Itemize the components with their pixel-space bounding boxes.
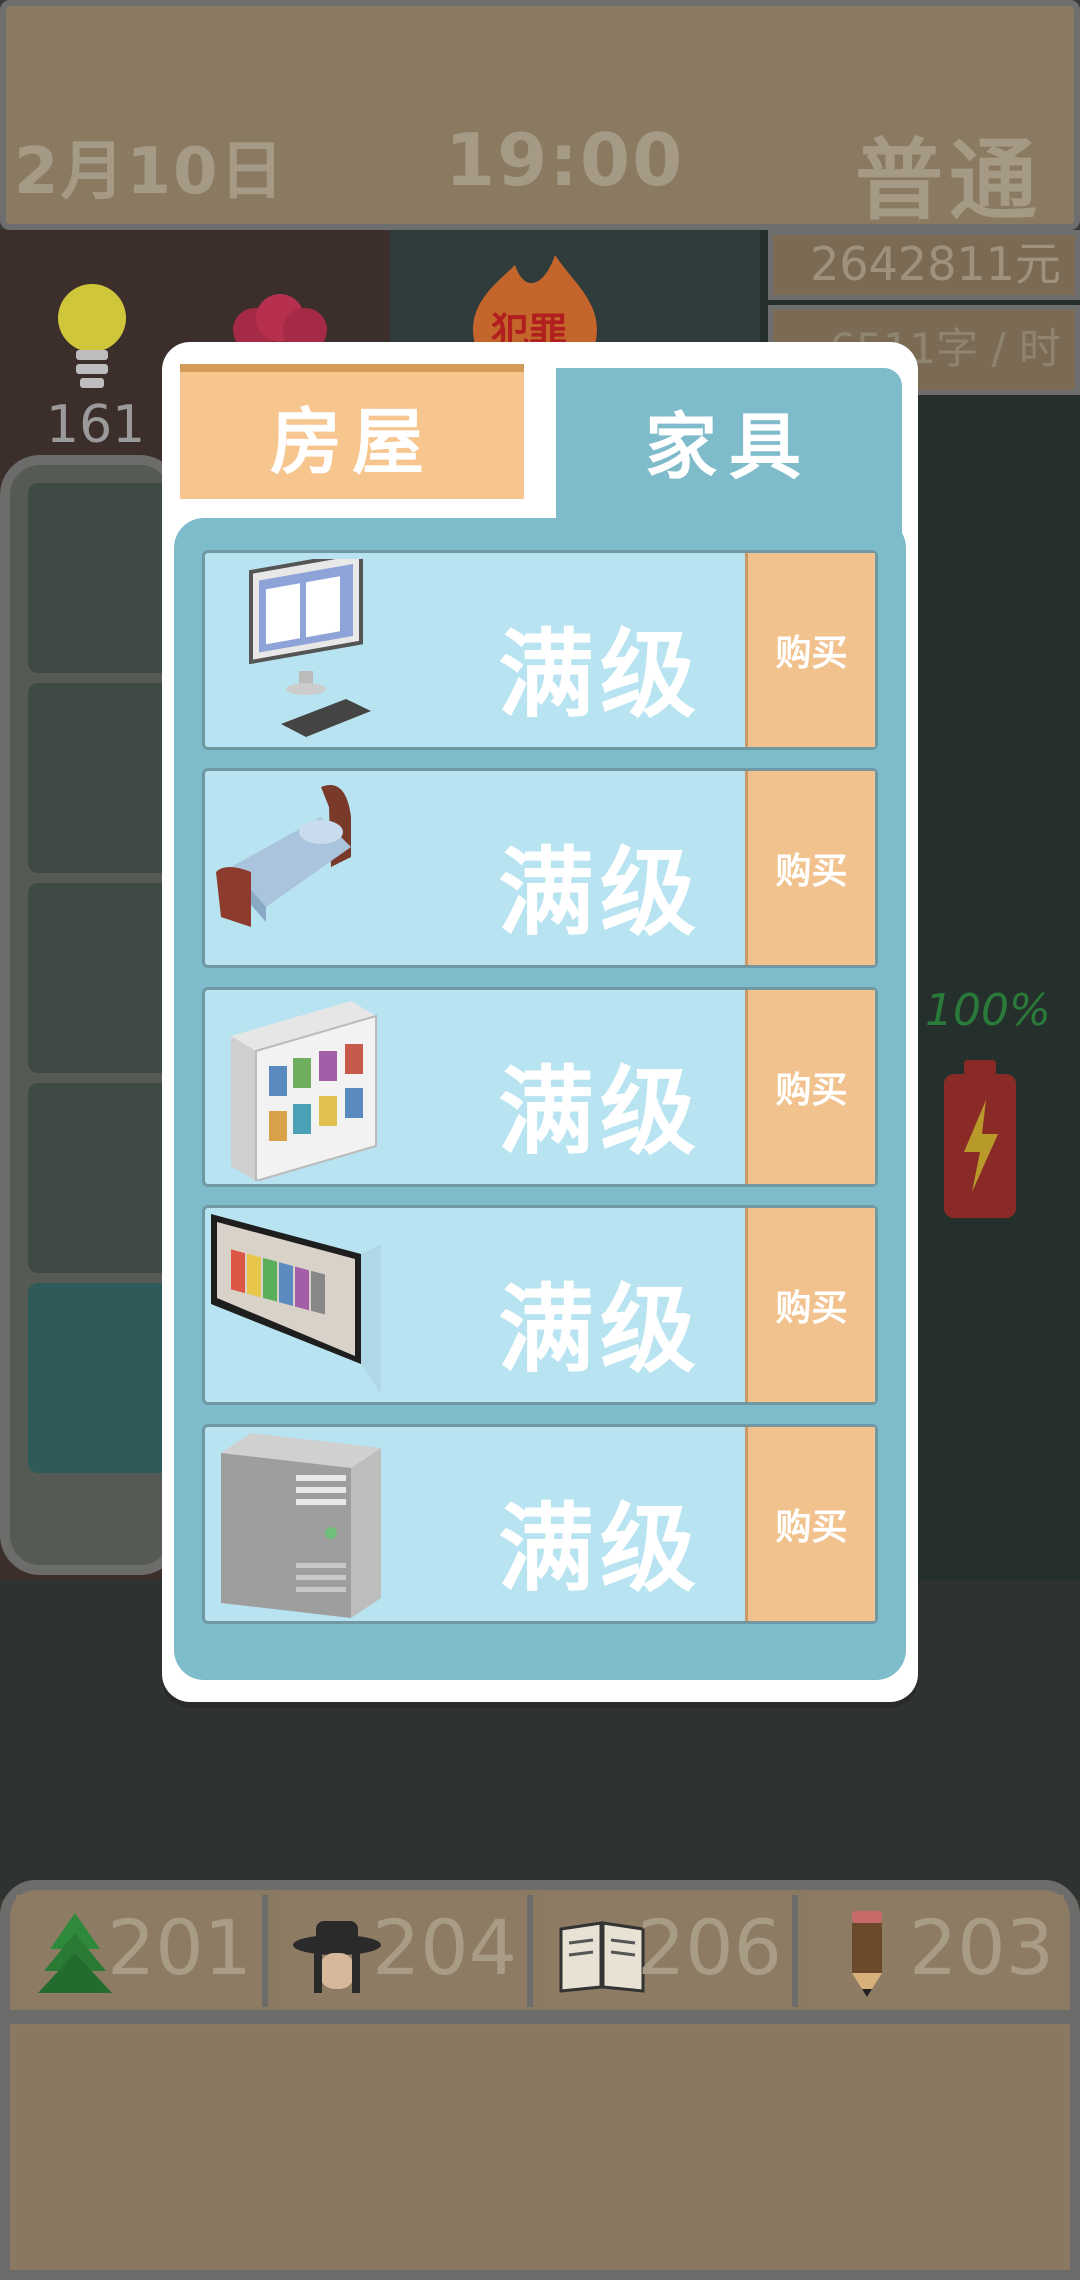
left-menu-panel [0, 455, 188, 1575]
lightbulb-icon[interactable] [52, 278, 132, 398]
buy-button[interactable]: 购买 [745, 553, 875, 747]
level-label: 满级 [498, 1493, 702, 1605]
bookshelf-icon [231, 1001, 377, 1181]
air-conditioner-icon [221, 1433, 381, 1618]
hat-person-icon [293, 1921, 381, 1993]
buy-button[interactable]: 购买 [745, 990, 875, 1184]
stat-character[interactable]: 204 [278, 1895, 533, 2007]
computer-icon [249, 559, 371, 737]
furniture-row-air-conditioner: 满级 购买 [202, 1424, 878, 1624]
tab-furniture[interactable]: 家具 [556, 380, 902, 500]
tab-house[interactable]: 房屋 [180, 364, 524, 499]
furniture-row-tv: 满级 购买 [202, 1205, 878, 1405]
time-label: 19:00 [445, 118, 685, 202]
bed-icon [216, 785, 351, 927]
money-label: 2642811元 [768, 230, 1080, 300]
pencil-icon [852, 1911, 882, 1997]
furniture-row-computer: 满级 购买 [202, 550, 878, 750]
battery-icon [944, 1060, 1016, 1218]
furniture-row-bookshelf: 满级 购买 [202, 987, 878, 1187]
stat-knowledge[interactable]: 206 [543, 1895, 798, 2007]
level-label: 满级 [498, 619, 702, 731]
buy-button[interactable]: 购买 [745, 1208, 875, 1402]
bottom-divider [10, 2010, 1070, 2024]
date-label: 2月10日 [14, 135, 286, 209]
stat-value: 203 [908, 1903, 1054, 1992]
book-icon [559, 1921, 645, 1993]
inspiration-count: 161 [46, 395, 146, 455]
crime-badge[interactable]: 犯罪 [455, 255, 615, 354]
stat-writing[interactable]: 203 [808, 1895, 1064, 2007]
stat-nature[interactable]: 201 [16, 1895, 268, 2007]
buy-button[interactable]: 购买 [745, 771, 875, 965]
furniture-row-bed: 满级 购买 [202, 768, 878, 968]
stat-value: 201 [106, 1903, 252, 1992]
stat-value: 204 [371, 1903, 517, 1992]
bottom-message-area [16, 2030, 1064, 2270]
tv-icon [211, 1214, 381, 1394]
level-label: 满级 [498, 1056, 702, 1168]
stat-value: 206 [636, 1903, 782, 1992]
level-label: 满级 [498, 837, 702, 949]
level-label: 满级 [498, 1274, 702, 1386]
difficulty-label: 普通 [855, 129, 1044, 232]
buy-button[interactable]: 购买 [745, 1427, 875, 1621]
battery-percent: 100% [925, 985, 1051, 1036]
